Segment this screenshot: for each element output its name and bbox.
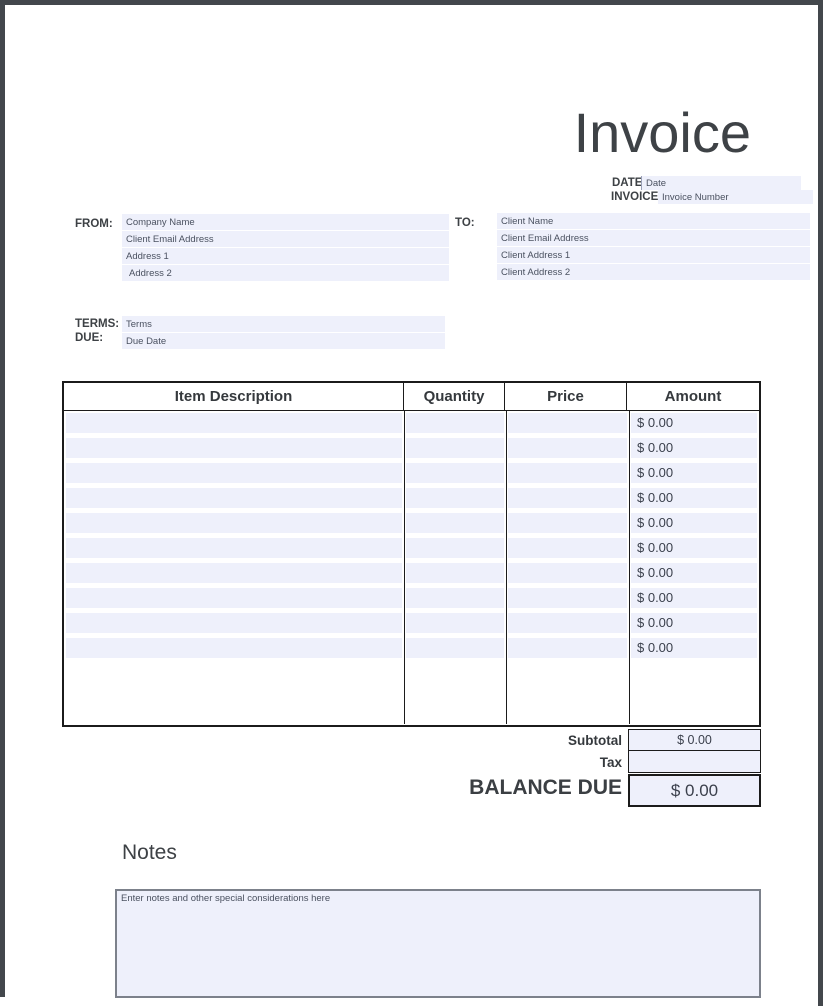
- terms-input[interactable]: [122, 316, 445, 332]
- invoice-number-input[interactable]: [658, 190, 813, 204]
- cell-amount[interactable]: $ 0.00: [629, 511, 759, 536]
- from-email-input[interactable]: [122, 231, 449, 247]
- column-header-item-description: Item Description: [64, 383, 404, 410]
- due-date-input[interactable]: [122, 333, 445, 349]
- tax-value-field[interactable]: [628, 751, 761, 773]
- line-items-table: Item Description Quantity Price Amount $…: [62, 381, 761, 727]
- table-row: $ 0.00: [64, 611, 759, 636]
- cell-amount[interactable]: $ 0.00: [629, 561, 759, 586]
- terms-label: TERMS:: [75, 318, 119, 330]
- from-address1-input[interactable]: [122, 248, 449, 264]
- to-fields: [497, 213, 810, 280]
- page-frame-left: [0, 0, 5, 997]
- cell-quantity[interactable]: [404, 636, 506, 661]
- table-row: $ 0.00: [64, 436, 759, 461]
- table-row: $ 0.00: [64, 486, 759, 511]
- cell-amount[interactable]: $ 0.00: [629, 411, 759, 436]
- cell-quantity[interactable]: [404, 436, 506, 461]
- cell-description[interactable]: [64, 611, 404, 636]
- tax-label: Tax: [372, 755, 622, 770]
- cell-amount[interactable]: $ 0.00: [629, 436, 759, 461]
- cell-price[interactable]: [506, 536, 629, 561]
- cell-price[interactable]: [506, 511, 629, 536]
- cell-quantity[interactable]: [404, 586, 506, 611]
- table-row: $ 0.00: [64, 536, 759, 561]
- to-address1-input[interactable]: [497, 247, 810, 263]
- cell-quantity[interactable]: [404, 511, 506, 536]
- cell-price[interactable]: [506, 586, 629, 611]
- table-body: $ 0.00$ 0.00$ 0.00$ 0.00$ 0.00$ 0.00$ 0.…: [64, 411, 759, 724]
- from-address2-input[interactable]: [122, 265, 449, 281]
- cell-quantity[interactable]: [404, 461, 506, 486]
- cell-description[interactable]: [64, 486, 404, 511]
- notes-textarea[interactable]: [115, 889, 761, 998]
- cell-price[interactable]: [506, 436, 629, 461]
- cell-description[interactable]: [64, 461, 404, 486]
- cell-description[interactable]: [64, 436, 404, 461]
- invoice-number-label: INVOICE: [611, 191, 658, 203]
- column-header-price: Price: [505, 383, 627, 410]
- cell-price[interactable]: [506, 611, 629, 636]
- table-row: $ 0.00: [64, 461, 759, 486]
- cell-quantity[interactable]: [404, 411, 506, 436]
- cell-amount[interactable]: $ 0.00: [629, 486, 759, 511]
- cell-quantity[interactable]: [404, 611, 506, 636]
- column-divider: [404, 411, 405, 724]
- table-row: $ 0.00: [64, 586, 759, 611]
- column-header-quantity: Quantity: [404, 383, 505, 410]
- cell-price[interactable]: [506, 636, 629, 661]
- balance-due-value-field[interactable]: $ 0.00: [628, 774, 761, 807]
- due-label: DUE:: [75, 332, 103, 344]
- page-title: Invoice: [574, 100, 751, 165]
- date-input[interactable]: [641, 176, 801, 190]
- column-divider: [629, 411, 630, 724]
- table-row: $ 0.00: [64, 411, 759, 436]
- table-row: $ 0.00: [64, 636, 759, 661]
- notes-heading: Notes: [122, 841, 177, 865]
- table-row: $ 0.00: [64, 561, 759, 586]
- cell-description[interactable]: [64, 536, 404, 561]
- subtotal-label: Subtotal: [372, 733, 622, 748]
- to-client-name-input[interactable]: [497, 213, 810, 229]
- cell-amount[interactable]: $ 0.00: [629, 611, 759, 636]
- balance-due-label: BALANCE DUE: [372, 776, 622, 800]
- cell-price[interactable]: [506, 561, 629, 586]
- cell-amount[interactable]: $ 0.00: [629, 536, 759, 561]
- page-frame-right: [818, 0, 823, 1006]
- to-email-input[interactable]: [497, 230, 810, 246]
- cell-description[interactable]: [64, 586, 404, 611]
- column-header-amount: Amount: [627, 383, 759, 410]
- from-fields: [122, 214, 449, 281]
- cell-quantity[interactable]: [404, 561, 506, 586]
- cell-description[interactable]: [64, 636, 404, 661]
- cell-price[interactable]: [506, 411, 629, 436]
- cell-description[interactable]: [64, 511, 404, 536]
- column-divider: [506, 411, 507, 724]
- cell-quantity[interactable]: [404, 536, 506, 561]
- to-address2-input[interactable]: [497, 264, 810, 280]
- cell-amount[interactable]: $ 0.00: [629, 636, 759, 661]
- table-header-row: Item Description Quantity Price Amount: [64, 383, 759, 411]
- cell-amount[interactable]: $ 0.00: [629, 586, 759, 611]
- to-label: TO:: [455, 217, 475, 229]
- cell-description[interactable]: [64, 411, 404, 436]
- table-row: $ 0.00: [64, 511, 759, 536]
- cell-price[interactable]: [506, 486, 629, 511]
- cell-amount[interactable]: $ 0.00: [629, 461, 759, 486]
- from-label: FROM:: [75, 218, 113, 230]
- page-frame-top: [0, 0, 823, 5]
- invoice-page: Invoice DATE: INVOICE FROM: TO: TERMS: D…: [0, 0, 823, 1006]
- cell-quantity[interactable]: [404, 486, 506, 511]
- cell-price[interactable]: [506, 461, 629, 486]
- from-company-name-input[interactable]: [122, 214, 449, 230]
- subtotal-value-field[interactable]: $ 0.00: [628, 729, 761, 751]
- cell-description[interactable]: [64, 561, 404, 586]
